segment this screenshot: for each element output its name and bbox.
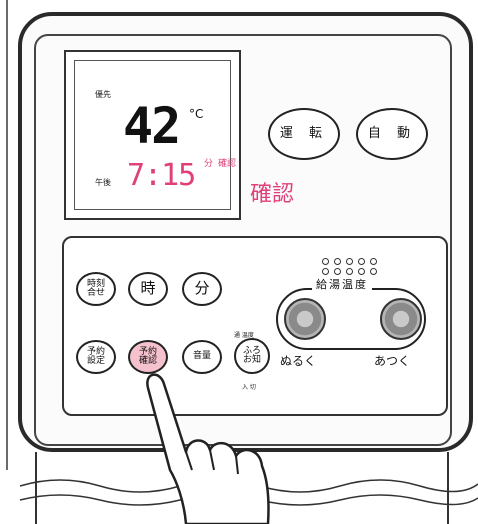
pointing-hand-icon bbox=[146, 373, 270, 524]
